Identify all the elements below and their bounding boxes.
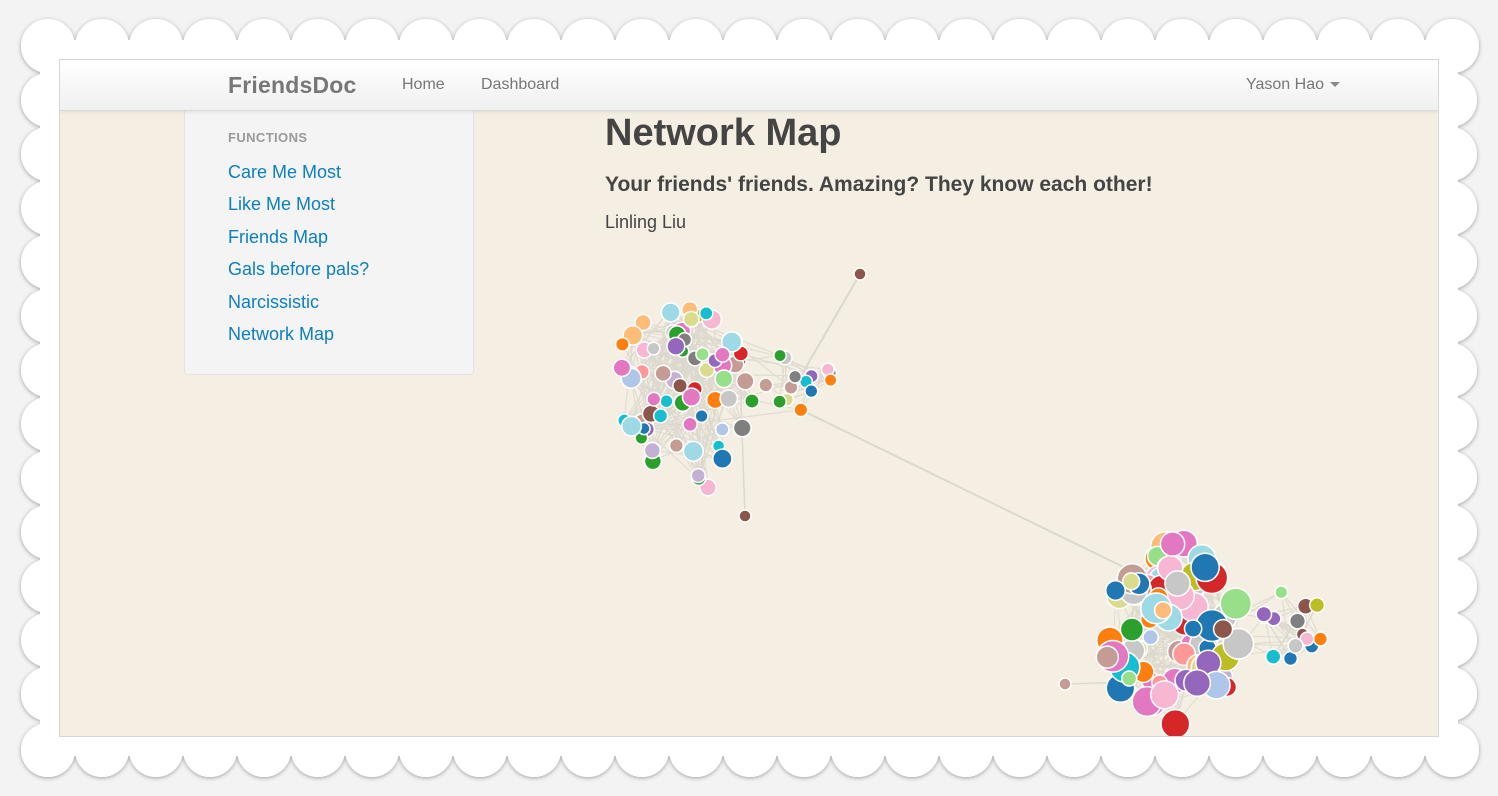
graph-node[interactable]: [1149, 680, 1180, 710]
graph-node[interactable]: [1122, 572, 1141, 591]
graph-node[interactable]: [1312, 631, 1329, 647]
graph-node[interactable]: [698, 305, 714, 321]
graph-node[interactable]: [643, 441, 662, 460]
graph-node[interactable]: [681, 387, 702, 407]
graph-node[interactable]: [1219, 587, 1253, 621]
graph-node[interactable]: [690, 467, 706, 484]
graph-node[interactable]: [659, 394, 674, 409]
graph-node[interactable]: [654, 364, 672, 383]
graph-node[interactable]: [1095, 645, 1120, 669]
graph-node[interactable]: [793, 402, 809, 418]
graph-node[interactable]: [1288, 612, 1307, 630]
graph-node[interactable]: [1287, 637, 1304, 654]
user-name: Yason Hao: [1246, 76, 1324, 93]
graph-node[interactable]: [714, 369, 734, 389]
graph-node[interactable]: [1105, 580, 1127, 602]
graph-node[interactable]: [738, 509, 752, 523]
caret-down-icon: [1330, 82, 1340, 88]
graph-node[interactable]: [853, 267, 867, 281]
graph-node[interactable]: [1183, 668, 1212, 697]
graph-node[interactable]: [646, 341, 661, 356]
graph-node[interactable]: [694, 409, 709, 424]
nav-dashboard[interactable]: Dashboard: [481, 76, 559, 94]
graph-node[interactable]: [1255, 605, 1273, 623]
graph-node[interactable]: [652, 408, 669, 424]
sidebar-header: FUNCTIONS: [228, 130, 308, 145]
graph-node[interactable]: [772, 394, 787, 409]
graph-node[interactable]: [804, 383, 819, 399]
graph-node[interactable]: [1159, 531, 1186, 557]
graph-node[interactable]: [744, 393, 760, 409]
graph-node[interactable]: [1265, 648, 1282, 665]
sidebar-item-care-me-most[interactable]: Care Me Most: [228, 162, 341, 183]
graph-node[interactable]: [1183, 619, 1203, 639]
graph-node[interactable]: [719, 389, 739, 409]
functions-sidebar: FUNCTIONS Care Me Most Like Me Most Frie…: [184, 104, 474, 375]
navbar: FriendsDoc Home Dashboard Yason Hao: [60, 60, 1438, 111]
user-menu[interactable]: Yason Hao: [1246, 76, 1340, 94]
graph-node[interactable]: [823, 373, 838, 388]
browser-window: FriendsDoc Home Dashboard Yason Hao FUNC…: [60, 60, 1438, 736]
graph-node[interactable]: [758, 377, 774, 393]
graph-node[interactable]: [732, 418, 752, 438]
graph-node[interactable]: [1160, 708, 1191, 736]
brand-logo[interactable]: FriendsDoc: [228, 72, 357, 99]
graph-node[interactable]: [788, 369, 803, 384]
graph-node[interactable]: [682, 310, 700, 328]
sidebar-item-like-me-most[interactable]: Like Me Most: [228, 194, 335, 215]
sidebar-item-gals-before-pals[interactable]: Gals before pals?: [228, 259, 369, 280]
graph-node[interactable]: [660, 302, 681, 323]
graph-node[interactable]: [712, 448, 733, 470]
graph-node[interactable]: [1274, 585, 1289, 600]
graph-node[interactable]: [682, 440, 704, 462]
graph-node[interactable]: [1058, 677, 1072, 691]
sidebar-item-friends-map[interactable]: Friends Map: [228, 227, 328, 248]
selected-person-name: Linling Liu: [605, 212, 687, 232]
graph-node[interactable]: [682, 416, 698, 433]
graph-node[interactable]: [646, 391, 662, 407]
sidebar-item-narcissistic[interactable]: Narcissistic: [228, 292, 319, 313]
graph-node[interactable]: [735, 371, 755, 391]
network-graph[interactable]: [605, 256, 1438, 736]
nav-home[interactable]: Home: [402, 76, 445, 94]
graph-node[interactable]: [668, 438, 684, 454]
graph-node[interactable]: [666, 336, 686, 356]
graph-node[interactable]: [1153, 600, 1173, 620]
graph-node[interactable]: [695, 346, 710, 362]
graph-nodes[interactable]: [612, 267, 1329, 736]
page-title: Network Map: [605, 112, 842, 154]
sidebar-item-network-map[interactable]: Network Map: [228, 324, 334, 345]
graph-node[interactable]: [1308, 597, 1326, 614]
graph-node[interactable]: [1119, 617, 1145, 642]
graph-node[interactable]: [1190, 552, 1220, 583]
graph-node[interactable]: [1212, 618, 1234, 640]
graph-node[interactable]: [1164, 570, 1191, 597]
graph-node[interactable]: [614, 336, 630, 352]
graph-node[interactable]: [714, 422, 730, 437]
graph-node[interactable]: [612, 358, 632, 378]
graph-node[interactable]: [620, 415, 643, 437]
page-subtitle: Your friends' friends. Amazing? They kno…: [605, 173, 1153, 196]
graph-node[interactable]: [714, 346, 731, 363]
graph-node[interactable]: [773, 348, 787, 363]
graph-node[interactable]: [1120, 670, 1138, 687]
